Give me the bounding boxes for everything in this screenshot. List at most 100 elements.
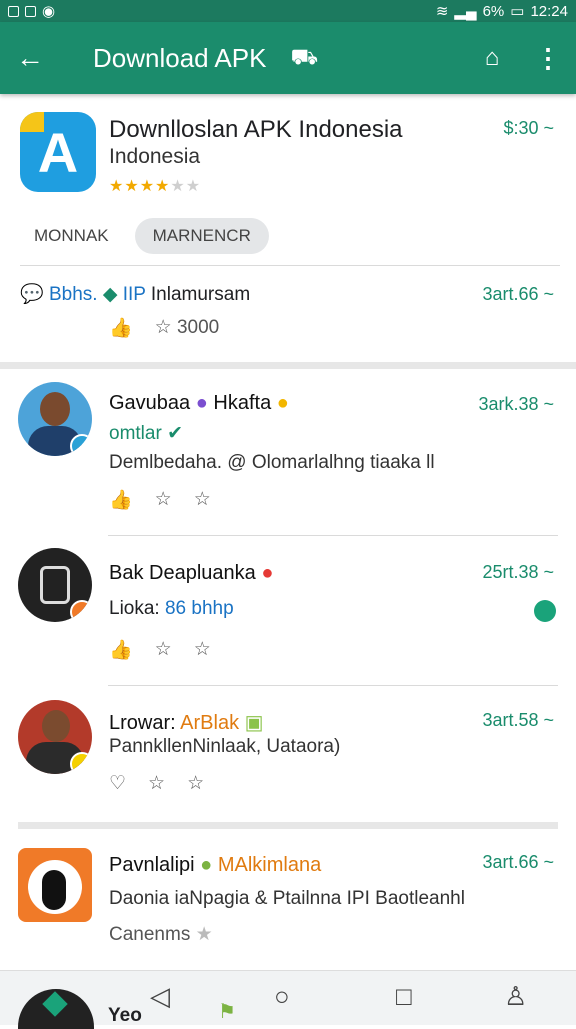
post-handle-label: Lioka: bbox=[109, 598, 160, 619]
chat-icon: 💬 bbox=[20, 284, 44, 305]
post-price: 3art.58 ~ bbox=[482, 710, 554, 730]
star-icon[interactable]: ☆ 3000 bbox=[155, 316, 220, 340]
app-icon[interactable]: A bbox=[20, 112, 96, 192]
like-icon[interactable]: 👍 bbox=[109, 316, 133, 340]
star-icon: ★ bbox=[195, 924, 213, 945]
rating-star-icon: ★ bbox=[155, 178, 171, 195]
check-icon: ✔ bbox=[167, 423, 183, 444]
post-actions: 👍 ☆ ☆ bbox=[109, 638, 211, 662]
post-body: PannkllenNinlaak, Uataora) bbox=[109, 736, 341, 757]
avatar-figure bbox=[42, 870, 66, 910]
arrow-up-icon bbox=[42, 991, 68, 1017]
bookmark-icon[interactable]: ⌂ bbox=[464, 44, 520, 72]
avatar[interactable] bbox=[18, 848, 92, 922]
chip-marnencr[interactable]: MARNENCR bbox=[134, 218, 269, 254]
post-author: Bak Deapluanka bbox=[109, 562, 256, 584]
rating-stars: ★★★★★★ bbox=[109, 176, 201, 196]
share-icon[interactable]: ☆ bbox=[194, 488, 211, 512]
rating-star-icon: ★ bbox=[185, 178, 202, 195]
status-dot-icon[interactable] bbox=[534, 600, 556, 622]
battery-icon: ▭ bbox=[510, 3, 525, 20]
badge-icon bbox=[70, 600, 92, 622]
recents-nav-icon[interactable]: □ bbox=[396, 981, 412, 1012]
app-name: Downlloslan APK Indonesia bbox=[109, 116, 403, 143]
whatsapp-icon: ◉ bbox=[42, 3, 56, 20]
post-title: Pavnlalipi ● MAlkimlana bbox=[109, 854, 321, 877]
app-bar: ← Download APK ⛟ ⌂ ⋮ bbox=[0, 22, 576, 94]
post-author: Pavnlalipi bbox=[109, 854, 195, 876]
share-icon[interactable]: ☆ bbox=[187, 772, 204, 795]
post-item[interactable]: Lrowar: ArBlak ▣ PannkllenNinlaak, Uatao… bbox=[0, 690, 576, 820]
post-actions: ♡ ☆ ☆ bbox=[109, 772, 204, 795]
post-item[interactable]: Bak Deapluanka ● Lioka: 86 bhhp 25rt.38 … bbox=[0, 540, 576, 685]
rating-star-icon: ★ bbox=[124, 178, 140, 195]
rating-star-icon: ★ bbox=[170, 178, 186, 195]
post-price: 3ark.38 ~ bbox=[478, 394, 554, 414]
status-right-icons: ≋ ▂▄ 6% ▭ 12:24 bbox=[435, 2, 568, 21]
back-arrow-icon[interactable]: ← bbox=[0, 42, 60, 74]
emoji-icon: ● bbox=[261, 562, 274, 584]
badge-icon bbox=[70, 752, 92, 774]
avatar-face bbox=[42, 710, 70, 742]
avatar[interactable] bbox=[18, 382, 92, 456]
emoji-icon: ● bbox=[195, 392, 208, 414]
clock: 12:24 bbox=[530, 2, 568, 20]
basket-icon[interactable]: ⛟ bbox=[290, 44, 318, 73]
info-price: 3art.66 ~ bbox=[482, 284, 554, 304]
home-nav-icon[interactable]: ○ bbox=[274, 981, 290, 1012]
account-nav-icon[interactable]: ♙ bbox=[504, 981, 527, 1012]
post-price: 3art.66 ~ bbox=[482, 852, 554, 872]
post-title: Lrowar: ArBlak ▣ bbox=[109, 710, 264, 735]
plus-icon: ▣ bbox=[244, 712, 264, 734]
share-icon[interactable]: ☆ bbox=[194, 638, 211, 662]
emoji-icon: ● bbox=[200, 854, 213, 876]
app-logo-letter: A bbox=[37, 121, 79, 184]
section-divider bbox=[0, 362, 576, 369]
post-author: Gavubaa bbox=[109, 392, 191, 414]
like-icon[interactable]: 👍 bbox=[109, 638, 133, 662]
app-subtitle: Indonesia bbox=[109, 145, 201, 168]
avatar[interactable] bbox=[18, 548, 92, 622]
rating-star-icon: ★ bbox=[109, 178, 125, 195]
post-author-tag: MAlkimlana bbox=[217, 854, 322, 876]
notification-icon bbox=[25, 5, 36, 17]
notification-icon bbox=[8, 5, 19, 17]
star-icon[interactable]: ☆ bbox=[148, 772, 165, 795]
status-bar: ◉ ≋ ▂▄ 6% ▭ 12:24 bbox=[0, 0, 576, 22]
post-item[interactable]: Pavnlalipi ● MAlkimlana Daonia iaNpagia … bbox=[0, 832, 576, 972]
more-options-icon[interactable]: ⋮ bbox=[520, 43, 576, 74]
count-label: 3000 bbox=[176, 317, 220, 338]
app-header-card: A Downlloslan APK Indonesia Indonesia ★★… bbox=[0, 100, 576, 362]
post-handle-value: 86 bhhp bbox=[164, 598, 234, 619]
post-title: Gavubaa ● Hkafta ● bbox=[109, 392, 289, 415]
avatar[interactable] bbox=[18, 700, 92, 774]
divider bbox=[108, 535, 558, 536]
avatar-face bbox=[40, 392, 70, 426]
post-author: Lrowar: bbox=[109, 712, 176, 734]
post-handle-text: omtlar bbox=[109, 423, 162, 444]
post-title: Bak Deapluanka ● bbox=[109, 562, 273, 585]
tag-icon: ◆ bbox=[102, 284, 118, 305]
post-author-2: Hkafta bbox=[213, 392, 272, 414]
chip-group: MONNAK MARNENCR bbox=[18, 218, 269, 254]
info-row: 💬 Bbhs. ◆ IIP Inlamursam bbox=[20, 282, 250, 306]
info-tag: IIP bbox=[122, 284, 146, 305]
fab-avatar[interactable] bbox=[18, 989, 94, 1029]
heart-icon[interactable]: ♡ bbox=[109, 772, 126, 795]
post-price: 25rt.38 ~ bbox=[482, 562, 554, 582]
back-nav-icon[interactable]: ◁ bbox=[150, 981, 170, 1012]
star-icon[interactable]: ☆ bbox=[155, 638, 172, 662]
section-divider bbox=[18, 822, 558, 829]
verified-badge-icon bbox=[70, 434, 92, 456]
wifi-icon: ≋ bbox=[435, 3, 449, 20]
flag-icon: ⚑ bbox=[218, 1001, 236, 1023]
post-item[interactable]: Gavubaa ● Hkafta ● omtlar ✔ Demlbedaha. … bbox=[0, 370, 576, 530]
chip-monnak[interactable]: MONNAK bbox=[18, 218, 125, 254]
like-icon[interactable]: 👍 bbox=[109, 488, 133, 512]
post-handle: omtlar ✔ bbox=[109, 422, 183, 445]
post-actions: 👍 ☆ ☆ bbox=[109, 488, 211, 512]
battery-text: 6% bbox=[482, 2, 505, 20]
star-icon[interactable]: ☆ bbox=[155, 488, 172, 512]
post-body: Demlbedaha. @ Olomarlalhng tiaaka ll bbox=[109, 452, 435, 473]
page-title: Download APK bbox=[93, 42, 267, 73]
